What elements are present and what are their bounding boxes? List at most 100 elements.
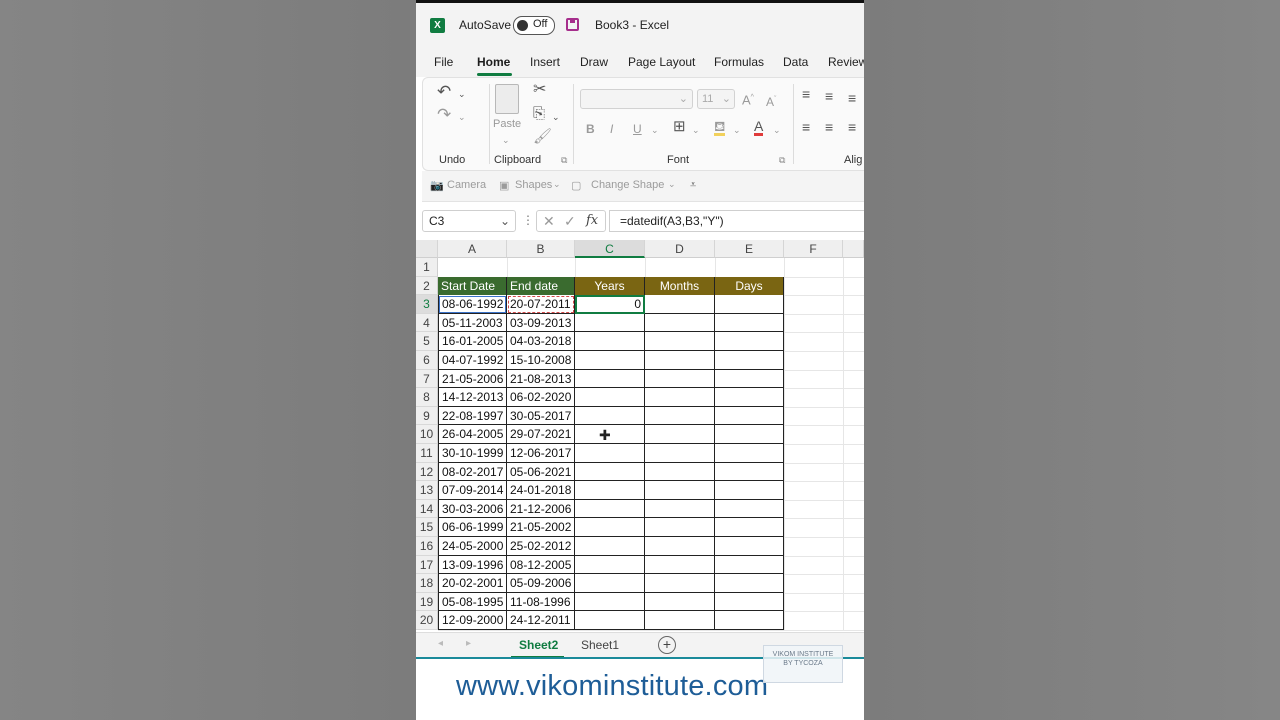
start-date-cell[interactable]: 21-05-2006: [438, 369, 507, 389]
tab-home[interactable]: Home: [477, 55, 510, 69]
end-date-cell[interactable]: 30-05-2017: [507, 406, 575, 426]
days-cell[interactable]: [715, 332, 784, 351]
camera-icon[interactable]: 📷: [430, 179, 444, 192]
end-date-cell[interactable]: 04-03-2018: [507, 332, 575, 351]
column-header-a[interactable]: A: [438, 240, 507, 258]
start-date-cell[interactable]: 24-05-2000: [438, 537, 507, 556]
row-header[interactable]: 20: [416, 611, 438, 630]
start-date-cell[interactable]: 13-09-1996: [438, 555, 507, 575]
tab-insert[interactable]: Insert: [530, 55, 560, 69]
months-cell[interactable]: [645, 444, 715, 463]
row-header[interactable]: 1: [416, 258, 438, 277]
bold-icon[interactable]: B: [586, 122, 595, 136]
sheet-tab-sheet2[interactable]: Sheet2: [519, 638, 558, 652]
fill-color-icon[interactable]: ⛾: [714, 119, 726, 136]
column-header-g[interactable]: [843, 240, 864, 258]
font-color-dropdown-icon[interactable]: ⌄: [773, 123, 781, 137]
row-header[interactable]: 7: [416, 369, 438, 389]
column-header-b[interactable]: B: [507, 240, 575, 258]
italic-icon[interactable]: I: [610, 122, 613, 136]
months-cell[interactable]: [645, 462, 715, 482]
days-cell[interactable]: [715, 611, 784, 630]
years-cell[interactable]: [575, 592, 645, 612]
days-cell[interactable]: [715, 462, 784, 482]
years-cell[interactable]: [575, 574, 645, 593]
months-cell[interactable]: [645, 388, 715, 407]
tab-page-layout[interactable]: Page Layout: [628, 55, 695, 69]
redo-icon[interactable]: ↷: [437, 106, 451, 123]
decrease-font-icon[interactable]: Aˇ: [766, 93, 776, 109]
days-cell[interactable]: [715, 425, 784, 444]
increase-font-icon[interactable]: A^: [742, 91, 754, 107]
customize-toolbar-icon[interactable]: ⩡: [690, 179, 696, 192]
sheet-tab-sheet1[interactable]: Sheet1: [581, 638, 619, 652]
tab-draw[interactable]: Draw: [580, 55, 608, 69]
header-months[interactable]: Months: [645, 276, 715, 296]
scroll-right-icon[interactable]: ▸: [466, 638, 471, 649]
header-days[interactable]: Days: [715, 276, 784, 296]
header-years[interactable]: Years: [575, 276, 645, 296]
end-date-cell[interactable]: 06-02-2020: [507, 388, 575, 407]
months-cell[interactable]: [645, 425, 715, 444]
paste-dropdown-icon[interactable]: ⌄: [502, 133, 510, 147]
enter-icon[interactable]: ✓: [564, 213, 576, 230]
days-cell[interactable]: [715, 388, 784, 407]
start-date-cell[interactable]: 05-08-1995: [438, 592, 507, 612]
add-sheet-icon[interactable]: +: [658, 636, 676, 654]
months-cell[interactable]: [645, 611, 715, 630]
row-header[interactable]: 9: [416, 406, 438, 426]
years-cell[interactable]: [575, 518, 645, 537]
years-cell[interactable]: [575, 388, 645, 407]
camera-button[interactable]: Camera: [447, 179, 486, 191]
years-cell[interactable]: [575, 369, 645, 389]
borders-dropdown-icon[interactable]: ⌄: [692, 123, 700, 137]
start-date-cell[interactable]: 20-02-2001: [438, 574, 507, 593]
shapes-button[interactable]: Shapes: [515, 179, 552, 191]
name-box[interactable]: C3 ⌄: [422, 210, 516, 232]
autosave-toggle[interactable]: Off: [513, 16, 555, 35]
start-date-cell[interactable]: 22-08-1997: [438, 406, 507, 426]
days-cell[interactable]: [715, 351, 784, 370]
paste-label[interactable]: Paste: [493, 118, 521, 130]
end-date-cell[interactable]: 15-10-2008: [507, 351, 575, 370]
end-date-cell[interactable]: 24-12-2011: [507, 611, 575, 630]
align-left-icon[interactable]: ≡: [802, 120, 810, 134]
start-date-cell[interactable]: 08-02-2017: [438, 462, 507, 482]
row-header[interactable]: 16: [416, 537, 438, 556]
years-cell[interactable]: [575, 313, 645, 333]
scroll-left-icon[interactable]: ◂: [438, 638, 443, 649]
end-date-cell[interactable]: 21-08-2013: [507, 369, 575, 389]
start-date-cell[interactable]: 07-09-2014: [438, 481, 507, 500]
years-cell[interactable]: [575, 406, 645, 426]
months-cell[interactable]: [645, 574, 715, 593]
row-header[interactable]: 19: [416, 592, 438, 612]
save-icon[interactable]: [566, 18, 579, 31]
days-cell[interactable]: [715, 406, 784, 426]
align-right-icon[interactable]: ≡: [848, 120, 856, 134]
row-header[interactable]: 11: [416, 444, 438, 463]
end-date-cell[interactable]: 24-01-2018: [507, 481, 575, 500]
months-cell[interactable]: [645, 332, 715, 351]
months-cell[interactable]: [645, 555, 715, 575]
end-date-cell[interactable]: 21-12-2006: [507, 499, 575, 519]
start-date-cell[interactable]: 08-06-1992: [438, 295, 507, 314]
years-cell[interactable]: [575, 499, 645, 519]
start-date-cell[interactable]: 05-11-2003: [438, 313, 507, 333]
font-launcher-icon[interactable]: ⧉: [779, 155, 785, 166]
format-painter-icon[interactable]: 🖌: [533, 129, 552, 144]
start-date-cell[interactable]: 30-03-2006: [438, 499, 507, 519]
months-cell[interactable]: [645, 518, 715, 537]
top-align-icon[interactable]: ≡: [802, 87, 810, 101]
row-header[interactable]: 18: [416, 574, 438, 593]
end-date-cell[interactable]: 03-09-2013: [507, 313, 575, 333]
paste-icon[interactable]: [495, 84, 519, 114]
days-cell[interactable]: [715, 574, 784, 593]
font-name-combo[interactable]: ⌄: [580, 89, 693, 109]
change-shape-dropdown-icon[interactable]: ⌄: [668, 179, 676, 190]
end-date-cell[interactable]: 20-07-2011: [507, 295, 575, 314]
years-cell[interactable]: [575, 481, 645, 500]
row-header[interactable]: 6: [416, 351, 438, 370]
row-header[interactable]: 2: [416, 276, 438, 296]
copy-dropdown-icon[interactable]: ⌄: [552, 110, 560, 124]
column-header-c[interactable]: C: [575, 240, 645, 258]
